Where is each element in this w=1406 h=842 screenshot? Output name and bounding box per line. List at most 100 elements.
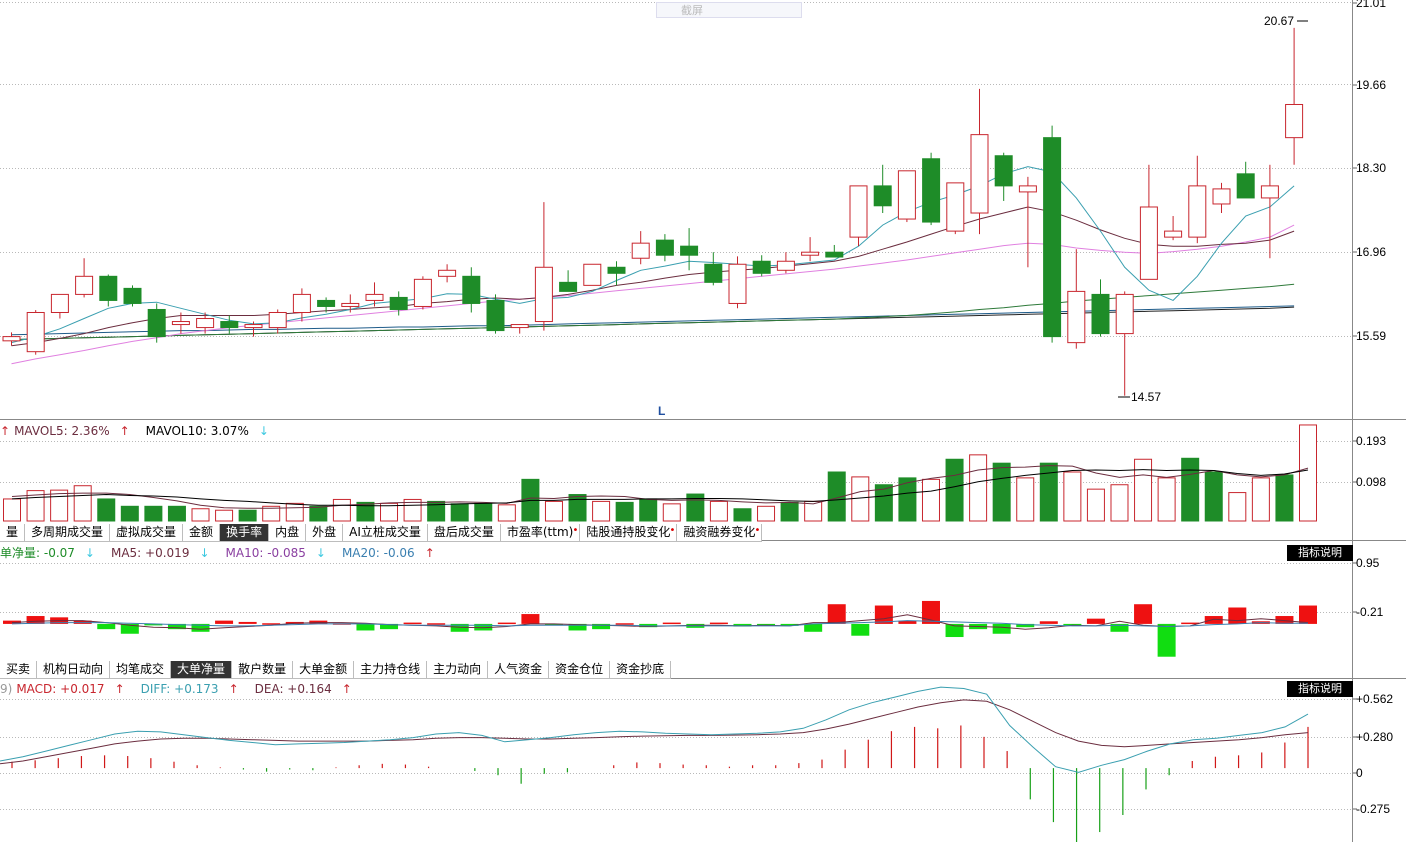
turnover-bar <box>73 485 92 522</box>
turnover-bar <box>1039 462 1058 522</box>
macd-label: MACD: +0.017 ↑ <box>16 682 125 696</box>
new-dot-icon: • <box>572 525 579 536</box>
indicator-tab[interactable]: 金额 <box>183 524 221 542</box>
large-order-net-panel[interactable] <box>3 600 1317 657</box>
indicator-tab[interactable]: 主力动向 <box>427 661 489 679</box>
dea-label: DEA: +0.164 ↑ <box>254 682 352 696</box>
candle-body <box>462 275 481 304</box>
indicator-tab[interactable]: 主力持仓线 <box>354 661 428 679</box>
indicator-tabs-bottom: 买卖 机构日动向 均笔成交 大单净量 散户数量 大单金额 主力持仓线 主力动向 人气资金 资金仓位… <box>0 661 672 679</box>
turnover-bar <box>592 500 611 522</box>
indicator-tab-label: 量 <box>6 525 19 539</box>
candle <box>462 267 481 313</box>
macd-axis-label: -0.275 <box>1356 802 1390 816</box>
price-axis-label: 16.96 <box>1356 245 1386 259</box>
net-volume-bar <box>1134 604 1153 624</box>
indicator-tab[interactable]: 市盈率(ttm) • <box>500 524 581 542</box>
indicator-help-button[interactable]: 指标说明 <box>1287 545 1353 561</box>
candle-body <box>365 293 384 301</box>
indicator-tab-label: 大单净量 <box>177 662 226 676</box>
indicator-help-button-2[interactable]: 指标说明 <box>1287 681 1353 697</box>
turnover-panel[interactable] <box>3 424 1317 522</box>
net-volume-bar <box>1299 605 1317 624</box>
turnover-bar <box>921 478 940 522</box>
candle <box>849 185 868 247</box>
indicator-tab[interactable]: 买卖 <box>0 661 38 679</box>
candle <box>50 293 69 319</box>
net-volume-bar <box>521 614 540 624</box>
indicator-tab[interactable]: 盘后成交量 <box>427 524 501 542</box>
candle <box>99 274 118 307</box>
candle-body <box>50 293 69 313</box>
candle <box>752 255 771 277</box>
candle-body <box>583 263 602 286</box>
candle-body <box>413 278 432 307</box>
candle <box>825 244 844 258</box>
candle <box>1139 164 1158 280</box>
indicator-tab[interactable]: 换手率 <box>220 524 270 542</box>
turnover-bar <box>1275 474 1294 522</box>
turnover-bar <box>568 494 587 522</box>
candle-body <box>99 275 118 301</box>
screenshot-button[interactable]: 截屏 <box>656 2 802 18</box>
net-volume-bar <box>238 621 257 624</box>
turnover-bar <box>969 454 988 522</box>
indicator-tab[interactable]: 多周期成交量 <box>25 524 111 542</box>
indicator-tab[interactable]: 散户数量 <box>232 661 294 679</box>
candle <box>922 152 941 226</box>
turnover-bar <box>639 498 658 522</box>
macd-panel[interactable] <box>0 686 1309 842</box>
indicator-tab[interactable]: 大单净量 <box>171 661 233 679</box>
net-volume-bar <box>356 623 375 631</box>
candle-body <box>970 134 989 214</box>
indicator-tab[interactable]: 陆股通持股变化 • <box>580 524 678 542</box>
candle <box>1236 161 1255 199</box>
candle-body <box>994 155 1013 187</box>
indicator-tab[interactable]: 内盘 <box>269 524 307 542</box>
candle-body <box>559 281 578 292</box>
indicator-tab[interactable]: 大单金额 <box>293 661 355 679</box>
candle-body <box>1236 173 1255 199</box>
candle <box>607 261 626 286</box>
indicator-tab-label: 散户数量 <box>238 662 287 676</box>
candle-body <box>631 242 650 259</box>
price-panel[interactable] <box>2 27 1304 396</box>
candle <box>946 182 965 235</box>
candle-body <box>849 185 868 238</box>
indicator-tab[interactable]: 融资融券变化 • <box>677 524 763 542</box>
indicator-tab[interactable]: 资金抄底 <box>610 661 672 679</box>
candle-body <box>1260 185 1279 199</box>
net-volume-bar <box>1039 621 1058 624</box>
indicator-tab[interactable]: 均笔成交 <box>110 661 172 679</box>
indicator-tab[interactable]: 外盘 <box>306 524 344 542</box>
turnover-bar <box>1063 471 1082 522</box>
indicator-tab[interactable]: 人气资金 <box>488 661 550 679</box>
candle-body <box>123 287 142 304</box>
net-volume-bar <box>427 623 446 625</box>
indicator-tab-label: 虚拟成交量 <box>116 525 177 539</box>
net-volume-legend: 单净量: -0.07 ↓ MA5: +0.019 ↓ MA10: -0.085 ↓ MA20… <box>0 545 451 561</box>
candle <box>1115 291 1134 396</box>
indicator-tab[interactable]: 资金仓位 <box>549 661 611 679</box>
indicator-tab-label: 换手率 <box>226 525 263 539</box>
turnover-bar <box>1204 471 1223 522</box>
candle <box>970 88 989 235</box>
turnover-bar <box>450 503 469 522</box>
indicator-tab-label: 机构日动向 <box>43 662 104 676</box>
price-axis-label: 15.59 <box>1356 329 1386 343</box>
indicator-tab[interactable]: 虚拟成交量 <box>110 524 184 542</box>
indicator-tab[interactable]: 机构日动向 <box>37 661 111 679</box>
candle-body <box>220 321 239 329</box>
candle-body <box>196 318 215 329</box>
candle <box>123 285 142 307</box>
stock-chart[interactable]: 21.01 19.66 18.30 16.96 15.59 0.193 0.098 0.95 -… <box>0 0 1406 842</box>
ma10-label: MA10: -0.085 ↓ <box>225 546 326 560</box>
indicator-tab-label: 盘后成交量 <box>433 525 494 539</box>
indicator-tab-label: 均笔成交 <box>116 662 165 676</box>
net-volume-axis-label: 0.95 <box>1356 556 1380 570</box>
indicator-tab[interactable]: 量 <box>0 524 26 542</box>
high-price-label: 20.67 <box>1264 14 1294 28</box>
indicator-tab[interactable]: AI立桩成交量 <box>343 524 428 542</box>
candle <box>680 228 699 271</box>
net-volume-bar <box>215 620 234 624</box>
